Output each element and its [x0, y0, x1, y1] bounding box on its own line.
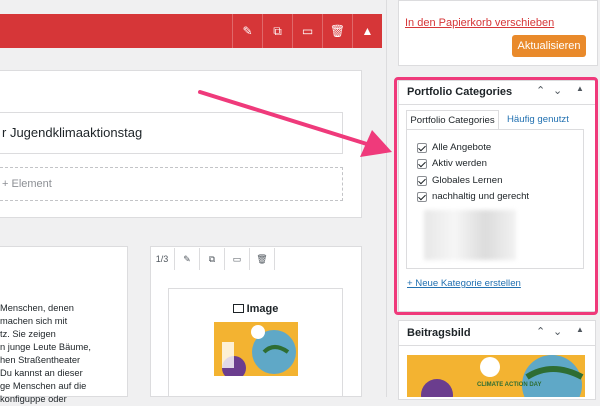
annotation-arrow [198, 90, 392, 157]
